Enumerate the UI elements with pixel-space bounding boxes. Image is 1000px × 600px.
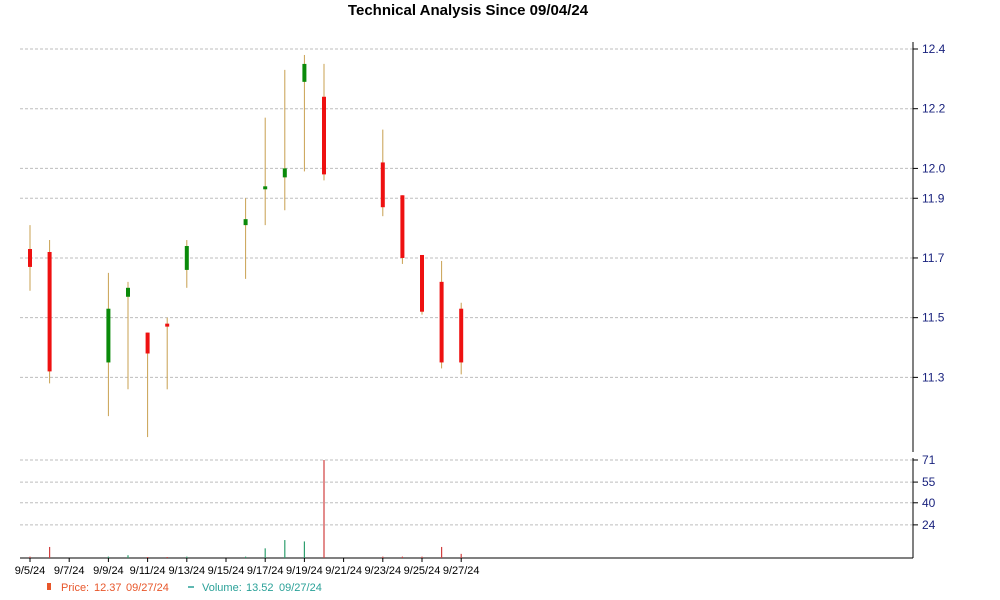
date-tick-label: 9/7/24 <box>54 565 85 577</box>
date-axis: 9/5/24 9/7/24 9/9/24 9/11/24 9/13/24 9/15/24 9… <box>15 558 480 577</box>
candle-body <box>302 63 307 82</box>
volume-legend-date: 09/27/24 <box>279 582 322 594</box>
price-tick-label: 12.2 <box>922 102 946 116</box>
price-legend-label: Price: <box>61 582 89 594</box>
candle-body <box>322 96 326 175</box>
candles <box>28 54 464 438</box>
candlestick-chart: Technical Analysis Since 09/04/24 11.311… <box>15 2 946 594</box>
date-tick-label: 9/9/24 <box>93 565 124 577</box>
candle-body <box>459 308 464 363</box>
candle-body <box>165 323 170 327</box>
candle-body <box>282 168 287 178</box>
price-axis: 11.3 11.5 11.7 11.9 12.0 12.2 12.4 <box>913 42 946 384</box>
candle-body <box>420 254 424 312</box>
candle-body <box>145 332 150 354</box>
price-gridlines <box>20 48 913 378</box>
candle-body <box>263 186 268 190</box>
date-tick-label: 9/13/24 <box>168 565 205 577</box>
legend: Price: 12.37 09/27/24 Volume: 13.52 09/2… <box>47 582 322 594</box>
date-tick-label: 9/25/24 <box>404 565 441 577</box>
date-tick-label: 9/19/24 <box>286 565 323 577</box>
volume-legend-label: Volume: <box>202 582 242 594</box>
date-tick-label: 9/21/24 <box>325 565 362 577</box>
price-legend-value: 12.37 <box>94 582 122 594</box>
date-tick-label: 9/5/24 <box>15 565 46 577</box>
volume-tick-label: 55 <box>922 475 936 489</box>
date-tick-label: 9/11/24 <box>130 565 166 577</box>
price-tick-label: 11.9 <box>922 191 945 205</box>
price-tick-label: 11.5 <box>922 311 945 325</box>
date-tick-label: 9/23/24 <box>364 565 401 577</box>
price-tick-label: 12.4 <box>922 42 946 56</box>
volume-tick-label: 24 <box>922 518 936 532</box>
price-legend-date: 09/27/24 <box>126 582 169 594</box>
price-legend-swatch <box>47 583 51 590</box>
candle-body <box>47 251 52 372</box>
candle-body <box>184 246 189 270</box>
price-tick-label: 12.0 <box>922 161 946 175</box>
date-tick-label: 9/27/24 <box>443 565 480 577</box>
date-tick-label: 9/17/24 <box>247 565 284 577</box>
volume-gridlines <box>20 459 913 526</box>
volume-bars <box>29 460 462 558</box>
candle-body <box>28 249 32 267</box>
date-tick-label: 9/15/24 <box>208 565 245 577</box>
volume-tick-label: 40 <box>922 496 936 510</box>
candle-body <box>126 287 130 297</box>
price-tick-label: 11.7 <box>922 251 945 265</box>
candle-body <box>243 219 248 226</box>
candle-body <box>439 281 444 363</box>
price-tick-label: 11.3 <box>922 370 945 384</box>
volume-tick-label: 71 <box>922 453 936 467</box>
candle-body <box>400 195 405 258</box>
candle-body <box>106 308 111 363</box>
volume-axis: 24 40 55 71 <box>913 453 936 532</box>
volume-legend-value: 13.52 <box>246 582 274 594</box>
candle-body <box>380 162 385 208</box>
chart-title: Technical Analysis Since 09/04/24 <box>348 2 589 19</box>
